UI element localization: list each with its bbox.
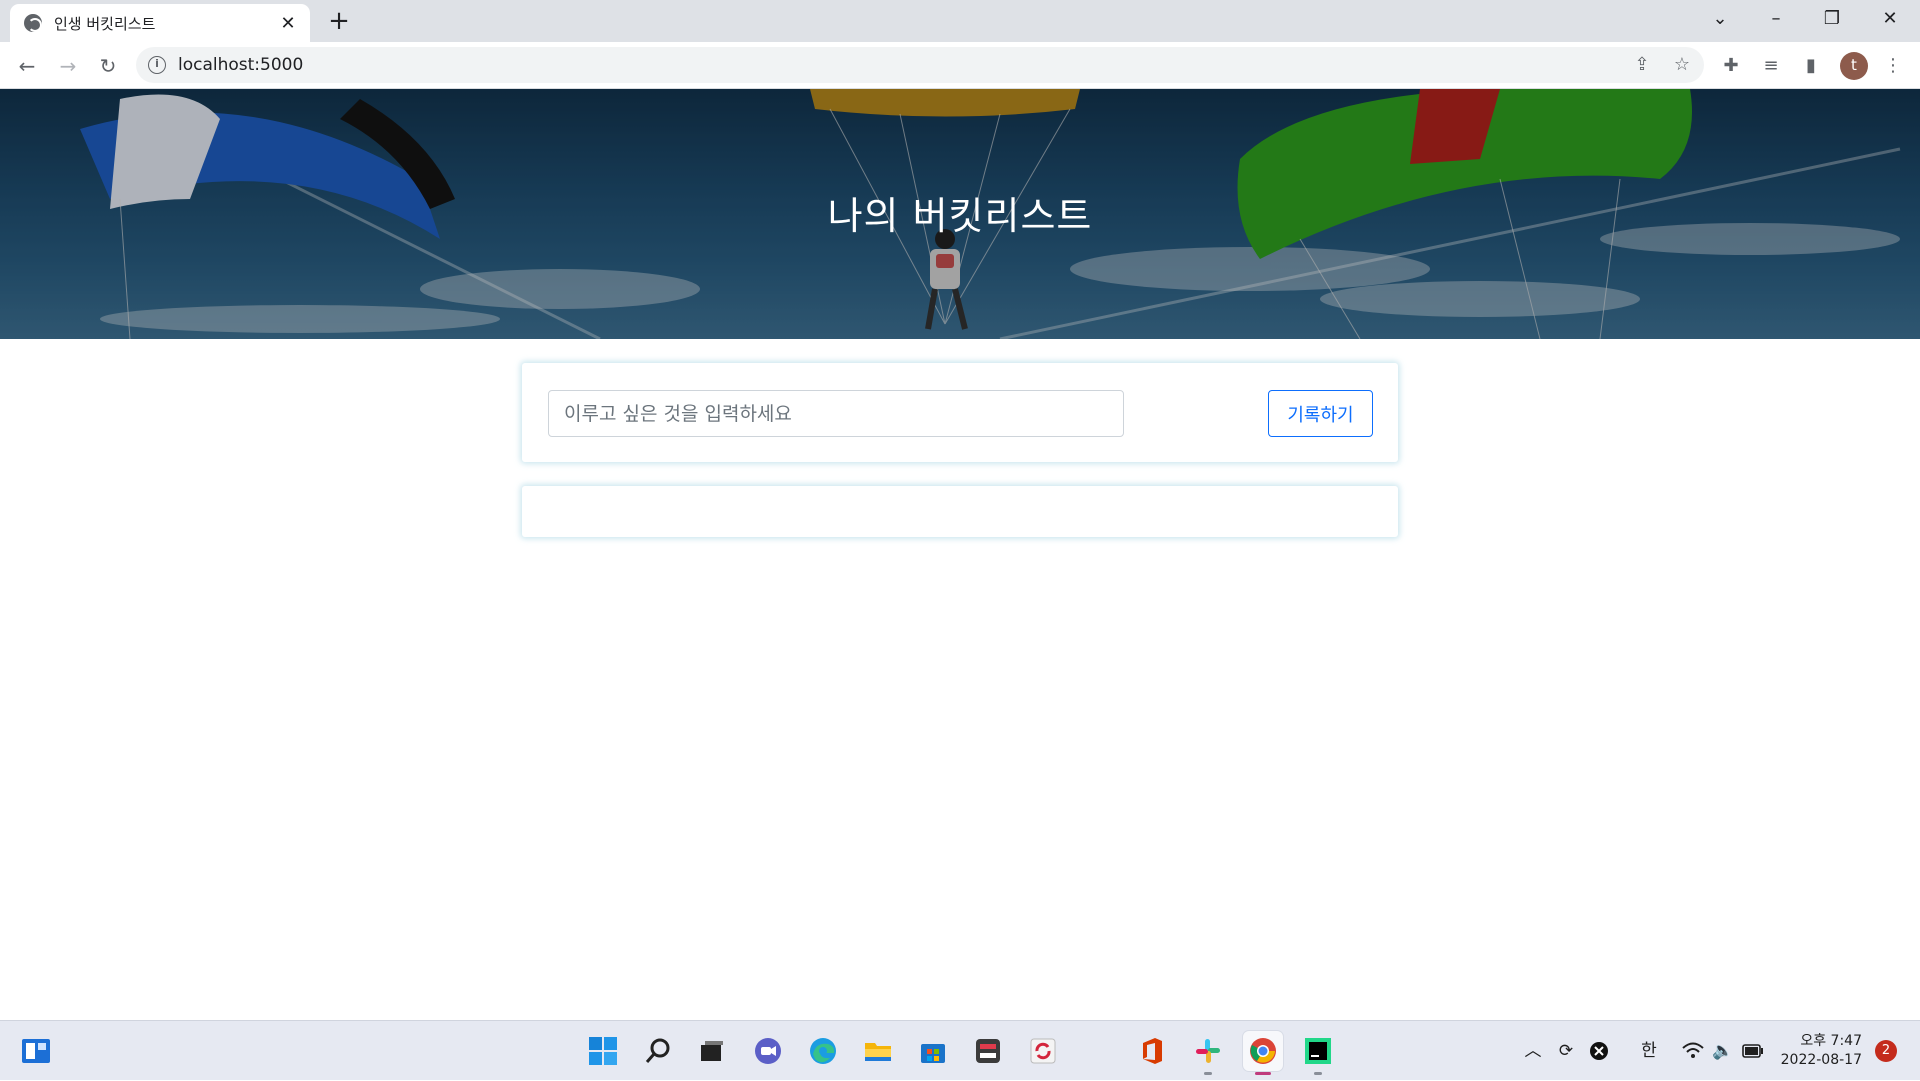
media-control-icon[interactable]: ≡	[1758, 53, 1784, 79]
clock-date: 2022-08-17	[1780, 1052, 1862, 1068]
tab-strip: 인생 버킷리스트 ✕ + ⌄ – ❐ ✕	[0, 0, 1920, 42]
share-icon[interactable]: ⇪	[1630, 53, 1654, 77]
store-icon[interactable]	[913, 1031, 953, 1071]
new-tab-button[interactable]: +	[324, 6, 354, 36]
site-info-icon[interactable]: i	[148, 56, 166, 74]
minimize-button[interactable]: –	[1748, 0, 1804, 40]
bucket-input[interactable]	[548, 390, 1124, 437]
extensions-icon[interactable]: ✚	[1718, 53, 1744, 79]
bucket-list-card	[522, 486, 1398, 537]
close-window-button[interactable]: ✕	[1862, 0, 1918, 40]
tab-title: 인생 버킷리스트	[54, 14, 156, 33]
search-icon[interactable]	[638, 1031, 678, 1071]
windows-taskbar: ︿ ⟳ 한 🔈 오후 7:47 2022-08-17 2	[0, 1020, 1920, 1080]
forward-button[interactable]: →	[52, 50, 84, 82]
record-button[interactable]: 기록하기	[1268, 390, 1373, 437]
slack-icon[interactable]	[1188, 1031, 1228, 1075]
back-button[interactable]: ←	[11, 50, 43, 82]
side-panel-icon[interactable]: ▮	[1798, 53, 1824, 79]
start-icon[interactable]	[583, 1031, 623, 1071]
running-indicator	[1314, 1072, 1322, 1075]
battery-icon[interactable]	[1740, 1038, 1766, 1064]
pycharm-icon[interactable]	[1298, 1031, 1338, 1075]
office-icon[interactable]	[1132, 1031, 1172, 1071]
bucket-form-card: 기록하기	[522, 363, 1398, 462]
url-text[interactable]: localhost:5000	[178, 55, 303, 75]
notification-badge[interactable]: 2	[1875, 1040, 1897, 1062]
ime-indicator[interactable]: 한	[1634, 1038, 1664, 1064]
file-explorer-icon[interactable]	[858, 1031, 898, 1071]
wifi-icon[interactable]	[1680, 1038, 1706, 1064]
profile-avatar[interactable]: t	[1840, 52, 1868, 80]
page-title: 나의 버킷리스트	[827, 194, 1093, 238]
browser-toolbar: ← → ↻ i localhost:5000 ⇪ ☆ ✚ ≡ ▮ t ⋮	[0, 42, 1920, 89]
address-bar[interactable]: i localhost:5000 ⇪ ☆	[136, 47, 1704, 83]
globe-icon	[24, 14, 42, 32]
clock-time: 오후 7:47	[1800, 1033, 1862, 1049]
x-circle-icon[interactable]	[1586, 1038, 1612, 1064]
teams-chat-icon[interactable]	[748, 1031, 788, 1071]
edge-icon[interactable]	[803, 1031, 843, 1071]
app-icon[interactable]	[968, 1031, 1008, 1071]
volume-icon[interactable]: 🔈	[1710, 1038, 1736, 1064]
reload-button[interactable]: ↻	[92, 50, 124, 82]
tray-overflow-icon[interactable]: ︿	[1520, 1038, 1546, 1064]
system-clock[interactable]: 오후 7:47 2022-08-17	[1772, 1032, 1862, 1070]
running-indicator	[1255, 1072, 1271, 1075]
menu-kebab-icon[interactable]: ⋮	[1880, 53, 1906, 79]
restore-button[interactable]: ❐	[1804, 0, 1860, 40]
task-view-icon[interactable]	[692, 1031, 732, 1071]
bookmark-star-icon[interactable]: ☆	[1670, 53, 1694, 77]
tab-close-icon[interactable]: ✕	[278, 13, 298, 34]
sync-status-icon[interactable]: ⟳	[1553, 1038, 1579, 1064]
chrome-icon[interactable]	[1243, 1031, 1283, 1075]
sync-app-icon[interactable]	[1023, 1031, 1063, 1071]
widgets-icon[interactable]	[16, 1031, 56, 1071]
hero-banner: 나의 버킷리스트	[0, 89, 1920, 339]
running-indicator	[1204, 1072, 1212, 1075]
browser-tab[interactable]: 인생 버킷리스트 ✕	[10, 4, 310, 42]
tab-search-icon[interactable]: ⌄	[1692, 0, 1748, 40]
